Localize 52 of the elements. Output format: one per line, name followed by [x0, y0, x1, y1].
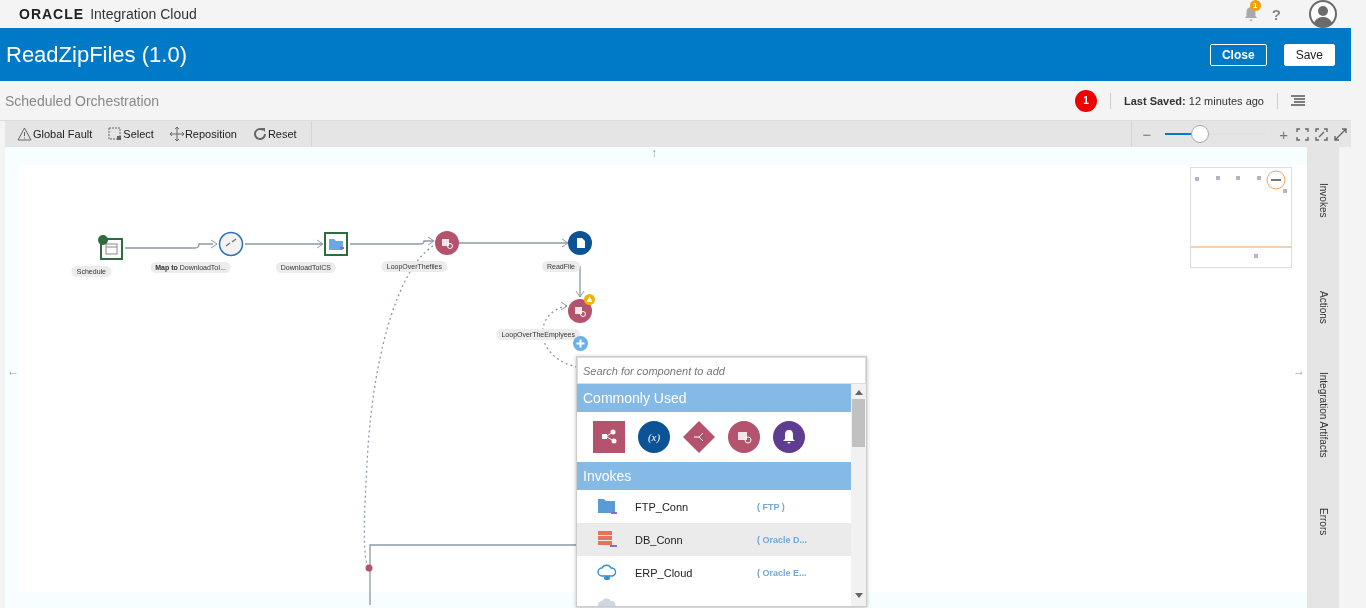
zoom-in-button[interactable]: + — [1277, 125, 1290, 143]
calendar-icon[interactable] — [98, 235, 124, 261]
reset-button[interactable]: Reset — [248, 121, 301, 147]
select-button[interactable]: Select — [104, 121, 158, 147]
connector-arrow — [575, 265, 585, 298]
oracle-logo: ORACLE — [19, 6, 85, 22]
notification-badge: 1 — [1249, 0, 1261, 11]
connection-row[interactable]: FTP_Conn ( FTP ) — [577, 490, 851, 523]
save-button[interactable]: Save — [1283, 43, 1335, 66]
error-count-badge[interactable]: 1 — [1074, 89, 1097, 112]
connection-row[interactable]: ERP_Cloud ( Oracle E... — [577, 556, 851, 589]
warning-icon — [17, 127, 32, 141]
switch-icon[interactable] — [683, 421, 715, 453]
global-fault-button[interactable]: Global Fault — [13, 121, 97, 147]
reposition-button[interactable]: Reposition — [165, 121, 241, 147]
reset-icon — [252, 127, 267, 141]
scrollbar[interactable] — [851, 384, 866, 606]
side-panel-tab[interactable]: Errors — [1307, 468, 1339, 575]
zoom-to-fit-icon[interactable] — [1315, 127, 1328, 141]
avatar-icon[interactable] — [1309, 0, 1337, 28]
loop-icon[interactable] — [567, 298, 593, 324]
bell-icon[interactable] — [773, 421, 805, 453]
move-icon — [169, 127, 184, 141]
side-panel-tab[interactable]: Invokes — [1307, 147, 1339, 254]
mapper-icon[interactable] — [218, 231, 244, 257]
section-header: Commonly Used — [577, 384, 851, 412]
junction-dot — [365, 564, 373, 572]
connection-row[interactable]: DB_Conn ( Oracle D... — [577, 523, 851, 556]
component-search-field[interactable]: Search for component to add — [577, 357, 866, 384]
selection-icon — [108, 127, 123, 141]
loop-icon[interactable] — [728, 421, 760, 453]
product-name: Integration Cloud — [90, 6, 197, 22]
assign-button[interactable]: (x) — [638, 421, 670, 453]
zoom-slider-thumb[interactable] — [1191, 125, 1210, 143]
last-saved-text: Last Saved: 12 minutes ago — [1123, 94, 1264, 107]
expand-icon[interactable] — [1334, 127, 1347, 141]
integration-title: ReadZipFiles (1.0) — [6, 41, 187, 68]
file-icon[interactable] — [567, 230, 593, 256]
close-button[interactable]: Close — [1209, 43, 1267, 66]
database-icon — [597, 529, 617, 550]
folder-icon — [597, 496, 617, 517]
cloud-icon — [597, 562, 617, 583]
side-panel-tab[interactable]: Actions — [1307, 254, 1339, 361]
fit-icon[interactable] — [1296, 127, 1309, 141]
section-header: Invokes — [577, 462, 851, 490]
loop-icon[interactable] — [434, 230, 460, 256]
data-stitch-icon[interactable] — [593, 421, 625, 453]
folder-icon[interactable] — [323, 231, 349, 257]
side-panel-tab[interactable]: Integration Artifacts — [1307, 361, 1339, 468]
menu-icon[interactable] — [1291, 94, 1305, 107]
integration-pattern: Scheduled Orchestration — [5, 92, 160, 109]
zoom-out-button[interactable]: − — [1140, 125, 1154, 143]
